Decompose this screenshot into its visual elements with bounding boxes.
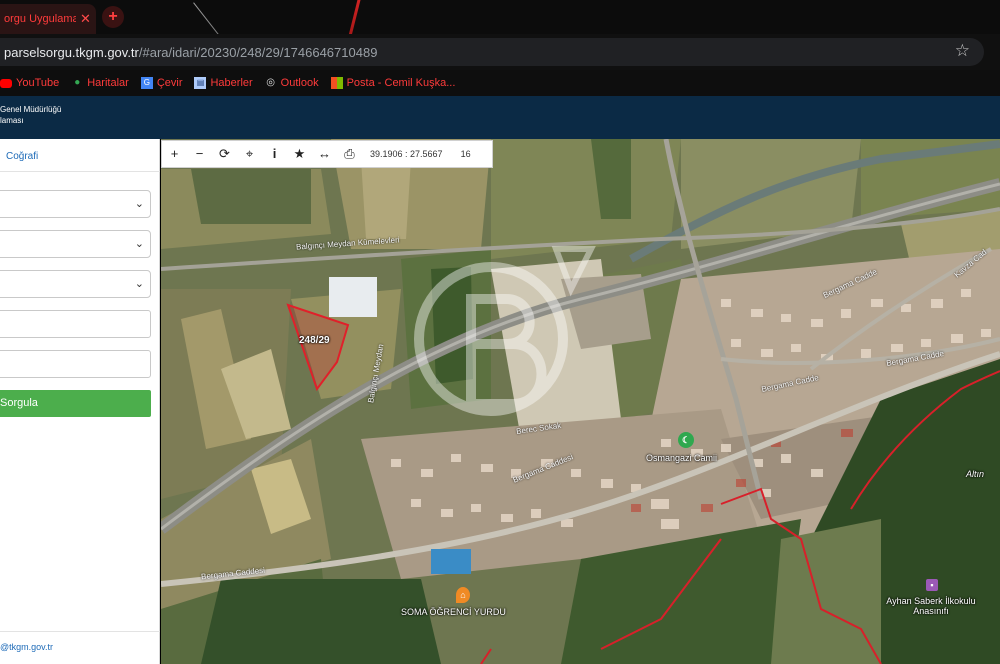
translate-icon: G (140, 77, 153, 89)
bookmark-youtube[interactable]: YouTube (0, 77, 59, 89)
satellite-imagery (161, 139, 1000, 664)
tab-geographic[interactable]: Coğrafi (6, 151, 38, 162)
chevron-down-icon: ⌄ (134, 278, 144, 290)
bookmark-label: Çevir (156, 77, 183, 89)
bookmark-label: YouTube (16, 77, 60, 89)
url-path: /#ara/idari/20230/248/29/1746646710489 (138, 44, 378, 60)
poi-dorm[interactable]: SOMA ÖĞRENCİ YURDU (401, 607, 506, 617)
bookmark-label: Outlook (280, 77, 319, 89)
dorm-pin-icon[interactable]: ⌂ (456, 587, 470, 603)
locate-icon[interactable]: ⌖ (237, 141, 262, 167)
bookmark-outlook[interactable]: ◎ Outlook (265, 77, 319, 89)
bookmark-translate[interactable]: G Çevir (140, 77, 183, 89)
browser-window: orgu Uygulaması ✕ + parselsorgu.tkgm.gov… (0, 0, 1000, 664)
youtube-icon (0, 78, 12, 88)
poi-mosque[interactable]: Osmangazi Camii (646, 453, 717, 463)
refresh-icon[interactable]: ⟳ (212, 141, 237, 167)
browser-tab[interactable]: orgu Uygulaması ✕ (0, 4, 96, 34)
wallpaper-streak (330, 0, 363, 34)
block-number-input[interactable] (0, 310, 151, 338)
bookmark-star-icon[interactable]: ☆ (955, 41, 970, 61)
divider (0, 171, 160, 172)
chevron-down-icon: ⌄ (134, 198, 144, 210)
bookmark-label: Posta - Cemil Kuşka... (346, 77, 456, 89)
map-toolbar: + − ⟳ ⌖ i ★ ↔ ⎙ 39.1906 : 27.5667 16 (161, 140, 493, 168)
neighborhood-select[interactable]: ⌄ (0, 270, 151, 298)
mail-icon (330, 77, 343, 89)
site-header: Genel Müdürlüğü laması (0, 96, 1000, 139)
parcel-number-input[interactable] (0, 350, 151, 378)
maps-pin-icon: ● (74, 77, 81, 88)
info-icon[interactable]: i (262, 141, 287, 167)
bookmark-news[interactable]: ▤ Haberler (194, 77, 253, 89)
bookmark-mail[interactable]: Posta - Cemil Kuşka... (330, 77, 456, 89)
zoom-level-readout: 16 (460, 149, 471, 159)
zoom-in-button[interactable]: + (162, 141, 187, 167)
bookmark-label: Haritalar (87, 77, 129, 89)
zoom-out-button[interactable]: − (187, 141, 212, 167)
contact-email-link[interactable]: @tkgm.gov.tr (0, 642, 53, 652)
school-icon[interactable]: ▪ (926, 579, 938, 591)
province-select[interactable]: ⌄ (0, 190, 151, 218)
query-panel: Coğrafi ⌄ ⌄ ⌄ Sorgula @tkgm.gov.tr (0, 139, 160, 664)
globe-icon: ◎ (266, 77, 276, 88)
site-title: Genel Müdürlüğü (0, 105, 62, 114)
area-label: Altın (966, 469, 985, 479)
mosque-icon[interactable]: ☾ (678, 432, 694, 448)
measure-icon[interactable]: ↔ (312, 141, 337, 167)
parcel-label[interactable]: 248/29 (299, 335, 330, 346)
map-view[interactable]: Balgınçı Meydan Kümelevleri Bergama Cadd… (161, 139, 1000, 664)
query-button[interactable]: Sorgula (0, 390, 151, 417)
url-host: parselsorgu.tkgm.gov.tr (4, 44, 139, 60)
bookmarks-bar: YouTube ● Haritalar G Çevir ▤ Haberler ◎… (0, 70, 1000, 96)
address-bar[interactable]: parselsorgu.tkgm.gov.tr /#ara/idari/2023… (0, 38, 984, 66)
divider (0, 631, 160, 632)
tab-title: orgu Uygulaması (4, 13, 76, 25)
wallpaper-streak (193, 2, 268, 34)
coordinate-readout: 39.1906 : 27.5667 (370, 149, 443, 159)
address-row: parselsorgu.tkgm.gov.tr /#ara/idari/2023… (0, 34, 1000, 70)
chevron-down-icon: ⌄ (134, 238, 144, 250)
new-tab-button[interactable]: + (102, 6, 124, 28)
site-subtitle: laması (0, 116, 24, 125)
print-icon[interactable]: ⎙ (337, 141, 362, 167)
district-select[interactable]: ⌄ (0, 230, 151, 258)
bookmark-maps[interactable]: ● Haritalar (71, 77, 129, 89)
news-icon: ▤ (194, 77, 207, 89)
poi-school[interactable]: Ayhan Saberk İlkokulu Anasınıfı (876, 596, 986, 616)
star-icon[interactable]: ★ (287, 141, 312, 167)
bookmark-label: Haberler (210, 77, 253, 89)
tab-strip: orgu Uygulaması ✕ + (0, 0, 1000, 34)
close-icon[interactable]: ✕ (80, 11, 91, 27)
